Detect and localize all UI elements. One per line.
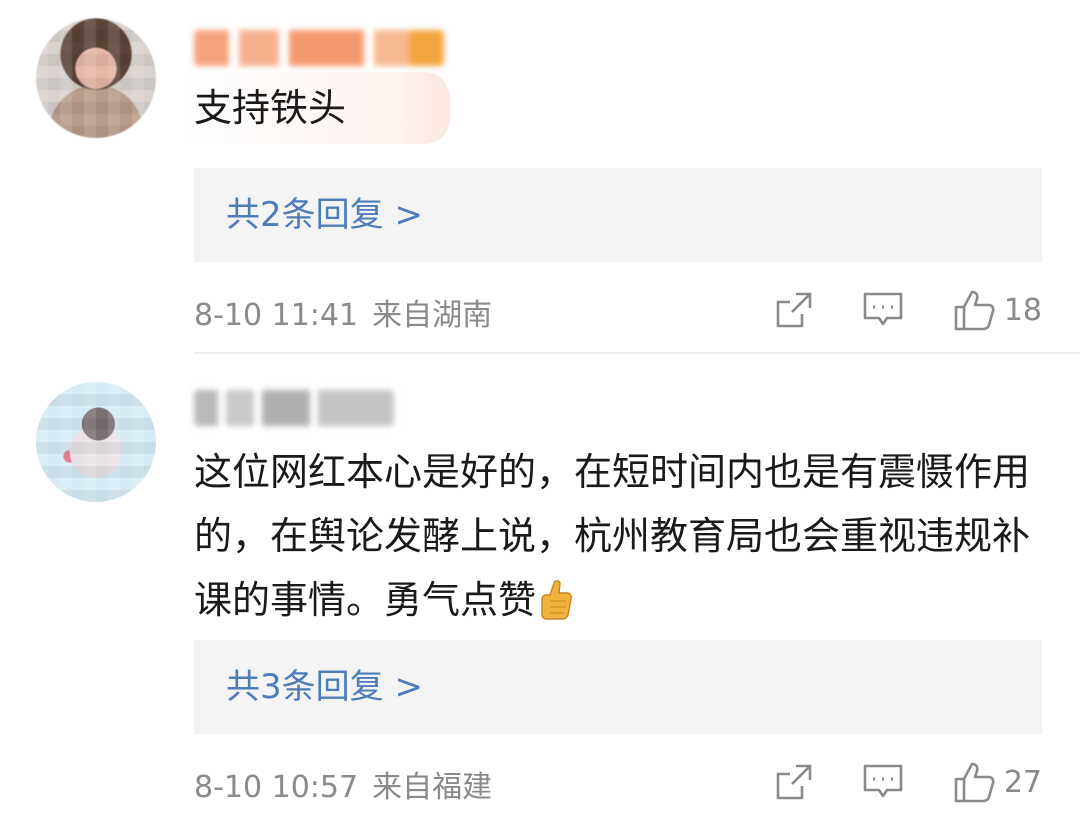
timestamp: 8-10 11:41 bbox=[194, 298, 359, 333]
share-button[interactable] bbox=[774, 290, 814, 330]
comment-text: 这位网红本心是好的，在短时间内也是有震慑作用的，在舆论发酵上说，杭州教育局也会重… bbox=[194, 440, 1044, 632]
like-button[interactable]: 18 bbox=[952, 288, 1042, 332]
location: 来自湖南 bbox=[372, 298, 493, 333]
username-blurred[interactable] bbox=[194, 390, 394, 426]
comment-actions: 27 bbox=[726, 760, 1042, 804]
comment-meta: 8-10 11:41 来自湖南 bbox=[194, 290, 492, 334]
comment-button[interactable] bbox=[862, 290, 904, 330]
thumbs-up-emoji-icon bbox=[536, 576, 574, 620]
view-replies-link[interactable]: 共3条回复 > bbox=[194, 640, 1042, 734]
comment-icon bbox=[863, 292, 903, 326]
like-button[interactable]: 27 bbox=[952, 760, 1042, 804]
share-icon bbox=[776, 292, 812, 328]
comment-button[interactable] bbox=[862, 762, 904, 802]
comment-actions: 18 bbox=[726, 288, 1042, 332]
avatar[interactable] bbox=[36, 382, 156, 502]
share-button[interactable] bbox=[774, 762, 814, 802]
avatar[interactable] bbox=[36, 18, 156, 138]
like-count: 18 bbox=[1003, 292, 1042, 328]
comment-text: 支持铁头 bbox=[194, 86, 347, 130]
comment-meta: 8-10 10:57 来自福建 bbox=[194, 762, 492, 806]
comment-item: 这位网红本心是好的，在短时间内也是有震慑作用的，在舆论发酵上说，杭州教育局也会重… bbox=[0, 354, 1080, 814]
thumbs-up-icon bbox=[954, 290, 995, 331]
comment-item: 支持铁头 共2条回复 > 8-10 11:41 来自湖南 18 bbox=[0, 0, 1080, 352]
like-count: 27 bbox=[1003, 764, 1042, 800]
view-replies-link[interactable]: 共2条回复 > bbox=[194, 168, 1042, 262]
username-blurred[interactable] bbox=[194, 30, 444, 66]
comment-icon bbox=[863, 764, 903, 798]
thumbs-up-icon bbox=[954, 762, 995, 803]
timestamp: 8-10 10:57 bbox=[194, 770, 359, 805]
comment-text-body: 这位网红本心是好的，在短时间内也是有震慑作用的，在舆论发酵上说，杭州教育局也会重… bbox=[194, 450, 1031, 622]
location: 来自福建 bbox=[372, 770, 493, 805]
share-icon bbox=[776, 764, 812, 800]
